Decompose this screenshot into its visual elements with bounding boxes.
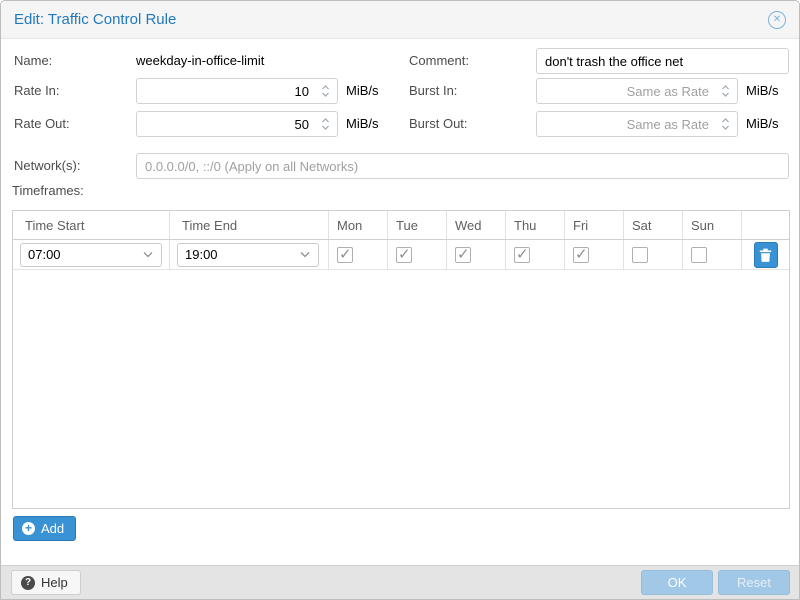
checkbox-tue[interactable]: [396, 247, 412, 263]
burst-out-label: Burst Out:: [409, 111, 468, 137]
rate-out-label: Rate Out:: [14, 111, 70, 137]
spinner-arrows-icon: [320, 83, 331, 99]
checkbox-thu[interactable]: [514, 247, 530, 263]
trash-icon: [759, 248, 772, 262]
chevron-down-icon: [299, 251, 311, 259]
column-header-fri: Fri: [565, 211, 624, 239]
rate-out-spinner[interactable]: [320, 116, 331, 132]
help-button-label: Help: [41, 575, 68, 590]
column-header-tue: Tue: [388, 211, 447, 239]
burst-out-spinner[interactable]: [720, 116, 731, 132]
dialog-title: Edit: Traffic Control Rule: [14, 1, 176, 39]
name-value: weekday-in-office-limit: [136, 48, 264, 74]
column-header-mon: Mon: [329, 211, 388, 239]
column-header-time-start: Time Start: [13, 211, 170, 239]
comment-input[interactable]: [536, 48, 789, 74]
time-end-combo[interactable]: 19:00: [177, 243, 319, 267]
networks-label: Network(s):: [14, 153, 80, 179]
traffic-control-rule-dialog: Edit: Traffic Control Rule ✕ Name: weekd…: [0, 0, 800, 600]
column-header-sun: Sun: [683, 211, 742, 239]
name-label: Name:: [14, 48, 52, 74]
burst-in-input[interactable]: [536, 78, 738, 104]
spinner-arrows-icon: [720, 83, 731, 99]
rate-out-unit: MiB/s: [346, 111, 379, 137]
time-start-value: 07:00: [28, 247, 61, 262]
spinner-arrows-icon: [720, 116, 731, 132]
timeframes-grid: Time Start Time End Mon Tue Wed Thu Fri …: [12, 210, 790, 509]
timeframe-row: 07:00 19:00: [13, 240, 789, 270]
burst-in-unit: MiB/s: [746, 78, 779, 104]
dialog-footer: ? Help OK Reset: [1, 565, 799, 599]
rate-out-input[interactable]: [136, 111, 338, 137]
question-circle-icon: ?: [21, 576, 35, 590]
rate-in-input[interactable]: [136, 78, 338, 104]
add-button-label: Add: [41, 521, 64, 536]
column-header-actions: [742, 211, 789, 239]
reset-button[interactable]: Reset: [718, 570, 790, 595]
burst-out-unit: MiB/s: [746, 111, 779, 137]
ok-button[interactable]: OK: [641, 570, 713, 595]
burst-in-label: Burst In:: [409, 78, 457, 104]
chevron-down-icon: [142, 251, 154, 259]
checkbox-wed[interactable]: [455, 247, 471, 263]
dialog-header: Edit: Traffic Control Rule ✕: [1, 1, 799, 39]
burst-in-spinner[interactable]: [720, 83, 731, 99]
timeframes-grid-header: Time Start Time End Mon Tue Wed Thu Fri …: [13, 211, 789, 240]
column-header-wed: Wed: [447, 211, 506, 239]
timeframes-label: Timeframes:: [12, 181, 84, 201]
column-header-thu: Thu: [506, 211, 565, 239]
delete-row-button[interactable]: [754, 242, 778, 268]
burst-out-input[interactable]: [536, 111, 738, 137]
close-icon: ✕: [773, 15, 781, 25]
checkbox-sun[interactable]: [691, 247, 707, 263]
add-button[interactable]: + Add: [13, 516, 76, 541]
spinner-arrows-icon: [320, 116, 331, 132]
plus-circle-icon: +: [22, 522, 35, 535]
checkbox-fri[interactable]: [573, 247, 589, 263]
time-start-combo[interactable]: 07:00: [20, 243, 162, 267]
time-end-value: 19:00: [185, 247, 218, 262]
help-button[interactable]: ? Help: [11, 570, 81, 595]
comment-label: Comment:: [409, 48, 469, 74]
close-button[interactable]: ✕: [768, 11, 786, 29]
rate-in-spinner[interactable]: [320, 83, 331, 99]
rate-in-label: Rate In:: [14, 78, 60, 104]
networks-input[interactable]: [136, 153, 789, 179]
column-header-sat: Sat: [624, 211, 683, 239]
rate-in-unit: MiB/s: [346, 78, 379, 104]
column-header-time-end: Time End: [170, 211, 329, 239]
checkbox-mon[interactable]: [337, 247, 353, 263]
checkbox-sat[interactable]: [632, 247, 648, 263]
